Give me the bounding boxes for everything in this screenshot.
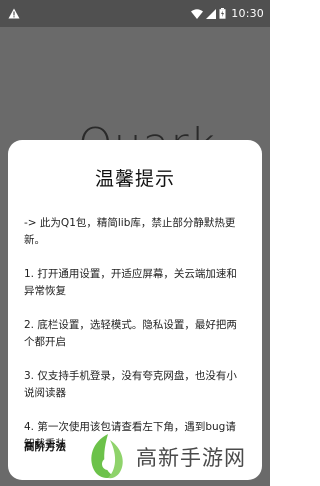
status-bar: 10:30	[0, 0, 270, 27]
wifi-icon	[191, 8, 204, 19]
site-watermark: 高新手游网	[86, 432, 246, 482]
status-time: 10:30	[231, 7, 264, 20]
warning-icon	[8, 8, 20, 19]
notice-item-2: 2. 底栏设置，选轻模式。隐私设置，最好把两个都开启	[24, 319, 237, 348]
status-icons: 10:30	[191, 7, 264, 20]
signal-icon	[206, 8, 217, 19]
notice-item-3: 3. 仅支持手机登录，没有夸克网盘，也没有小说阅读器	[24, 370, 237, 399]
leaf-logo-icon	[91, 434, 123, 479]
notice-item-0: -> 此为Q1包，精简lib库，禁止部分静默热更新。	[24, 217, 236, 246]
phone-screen: 10:30 Quark 温馨提示 -> 此为Q1包，精简lib库，禁止部分静默热…	[0, 0, 270, 486]
dialog-title: 温馨提示	[94, 168, 175, 190]
notice-dialog: 温馨提示 -> 此为Q1包，精简lib库，禁止部分静默热更新。 1. 打开通用设…	[8, 140, 262, 480]
notice-item-1: 1. 打开通用设置，开适应屏幕，关云端加速和异常恢复	[24, 268, 237, 297]
watermark-text: 高新手游网	[136, 442, 246, 472]
advanced-method-button[interactable]: 高阶方法	[24, 439, 66, 454]
battery-icon	[219, 8, 226, 19]
